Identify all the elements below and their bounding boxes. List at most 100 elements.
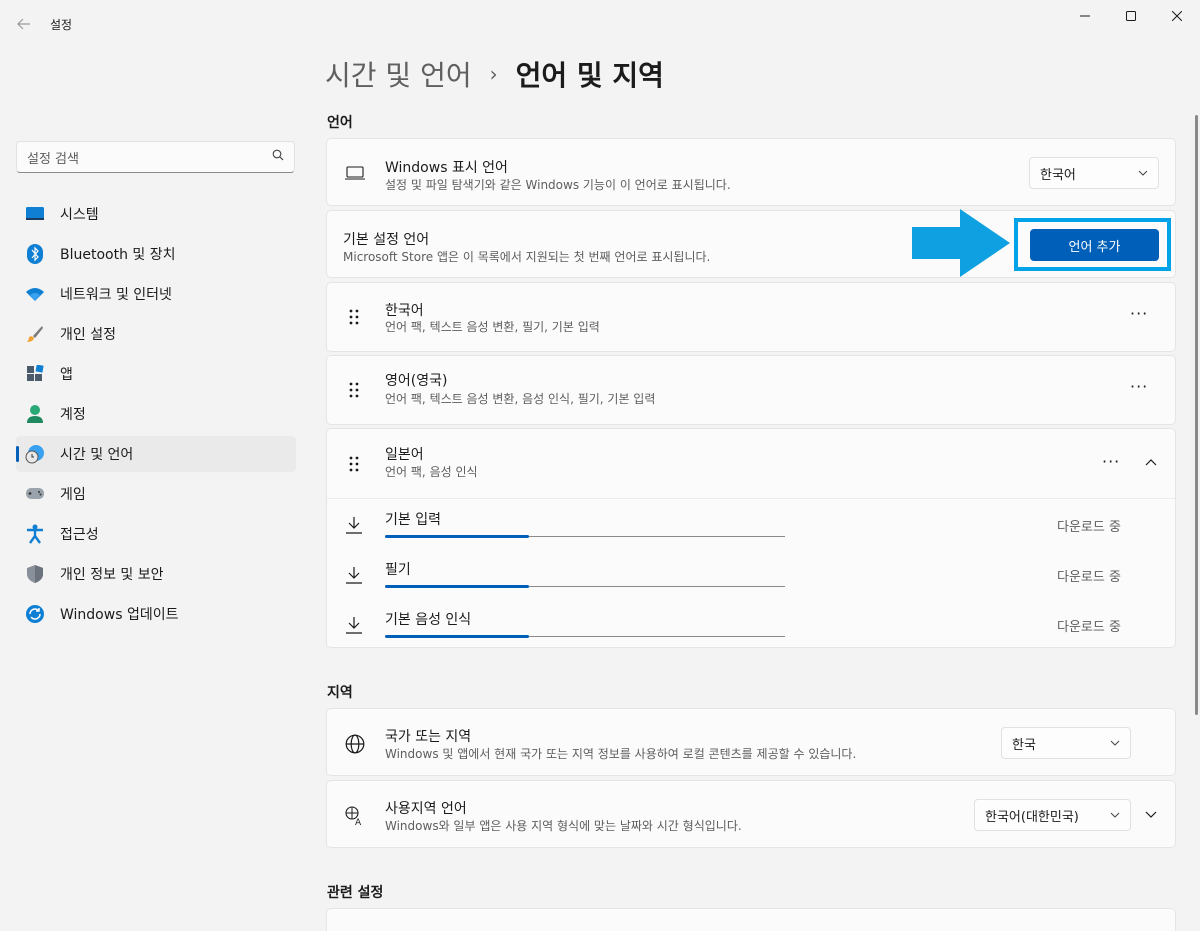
svg-text:A: A xyxy=(355,818,362,827)
chevron-down-icon xyxy=(1138,170,1148,176)
time-language-icon xyxy=(24,443,46,465)
download-progress-bar xyxy=(385,635,785,638)
language-format-icon: A xyxy=(345,806,362,827)
drag-handle-icon[interactable] xyxy=(348,456,360,472)
breadcrumb: 시간 및 언어 › 언어 및 지역 xyxy=(325,52,664,96)
back-arrow-icon[interactable] xyxy=(8,10,40,38)
language-features: 언어 팩, 음성 인식 xyxy=(385,465,478,479)
section-header-language: 언어 xyxy=(327,115,353,131)
download-status: 다운로드 중 xyxy=(1057,520,1121,535)
drag-handle-icon[interactable] xyxy=(348,309,360,325)
sidebar-item-label: 네트워크 및 인터넷 xyxy=(60,287,172,303)
progress-fill xyxy=(385,585,529,588)
language-item-english-uk[interactable]: 영어(영국) 언어 팩, 텍스트 음성 변환, 음성 인식, 필기, 기본 입력… xyxy=(326,355,1176,425)
minimize-button[interactable] xyxy=(1062,0,1108,32)
language-features: 언어 팩, 텍스트 음성 변환, 필기, 기본 입력 xyxy=(385,320,600,334)
chevron-down-icon xyxy=(1110,740,1120,746)
monitor-icon xyxy=(344,162,366,184)
display-language-dropdown[interactable]: 한국어 xyxy=(1029,157,1159,189)
shield-icon xyxy=(24,563,46,585)
maximize-button[interactable] xyxy=(1108,0,1154,32)
close-button[interactable] xyxy=(1154,0,1200,32)
sidebar-item-accessibility[interactable]: 접근성 xyxy=(16,516,296,552)
sidebar-item-label: 계정 xyxy=(60,407,86,423)
country-region-title: 국가 또는 지역 xyxy=(385,729,472,745)
search-placeholder: 설정 검색 xyxy=(27,151,79,167)
drag-handle-icon[interactable] xyxy=(348,382,360,398)
highlight-arrow-icon xyxy=(912,209,1010,277)
accessibility-icon xyxy=(24,523,46,545)
sidebar-item-label: 접근성 xyxy=(60,527,99,543)
divider xyxy=(327,498,1175,499)
sidebar-item-system[interactable]: 시스템 xyxy=(16,196,296,232)
sidebar-item-label: 게임 xyxy=(60,487,86,503)
regional-format-card[interactable]: A 사용지역 언어 Windows와 일부 앱은 사용 지역 형식에 맞는 날짜… xyxy=(326,780,1176,848)
download-progress-bar xyxy=(385,585,785,588)
section-header-region: 지역 xyxy=(327,685,353,701)
download-item-name: 필기 xyxy=(385,562,411,578)
dropdown-value: 한국어 xyxy=(1040,167,1076,183)
progress-fill xyxy=(385,535,529,538)
bluetooth-icon xyxy=(24,243,46,265)
country-region-subtitle: Windows 및 앱에서 현재 국가 또는 지역 정보를 사용하여 로컬 콘텐… xyxy=(385,747,857,761)
language-item-korean[interactable]: 한국어 언어 팩, 텍스트 음성 변환, 필기, 기본 입력 ··· xyxy=(326,282,1176,352)
regional-format-title: 사용지역 언어 xyxy=(385,801,467,817)
chevron-down-icon xyxy=(1110,812,1120,818)
brush-icon xyxy=(24,323,46,345)
search-icon[interactable] xyxy=(272,149,284,165)
search-input[interactable]: 설정 검색 xyxy=(16,141,295,173)
download-icon xyxy=(346,617,362,634)
more-options-icon[interactable]: ··· xyxy=(1102,452,1120,471)
related-settings-card[interactable] xyxy=(326,908,1176,931)
globe-icon xyxy=(345,734,365,754)
more-options-icon[interactable]: ··· xyxy=(1130,377,1148,396)
sidebar-item-label: Windows 업데이트 xyxy=(60,607,179,623)
download-icon xyxy=(346,567,362,584)
sidebar-item-privacy[interactable]: 개인 정보 및 보안 xyxy=(16,556,296,592)
country-region-dropdown[interactable]: 한국 xyxy=(1001,727,1131,759)
download-status: 다운로드 중 xyxy=(1057,620,1121,635)
country-region-card: 국가 또는 지역 Windows 및 앱에서 현재 국가 또는 지역 정보를 사… xyxy=(326,708,1176,776)
sidebar-item-label: 시스템 xyxy=(60,207,99,223)
sidebar-item-label: 개인 정보 및 보안 xyxy=(60,567,164,583)
language-name: 한국어 xyxy=(385,303,424,319)
gamepad-icon xyxy=(24,483,46,505)
progress-fill xyxy=(385,635,529,638)
breadcrumb-separator: › xyxy=(489,62,498,86)
regional-format-dropdown[interactable]: 한국어(대한민국) xyxy=(974,799,1131,831)
language-item-japanese[interactable]: 일본어 언어 팩, 음성 인식 ··· 기본 입력 다운로드 중 필기 다운로드… xyxy=(326,428,1176,648)
sidebar-item-time-language[interactable]: 시간 및 언어 xyxy=(16,436,296,472)
sidebar-item-bluetooth[interactable]: Bluetooth 및 장치 xyxy=(16,236,296,272)
download-status: 다운로드 중 xyxy=(1057,570,1121,585)
more-options-icon[interactable]: ··· xyxy=(1130,304,1148,323)
breadcrumb-parent[interactable]: 시간 및 언어 xyxy=(325,54,472,94)
expand-chevron-icon[interactable] xyxy=(1145,811,1157,819)
page-title: 언어 및 지역 xyxy=(515,59,664,92)
system-icon xyxy=(24,203,46,225)
display-language-title: Windows 표시 언어 xyxy=(385,160,508,176)
chevron-up-icon[interactable] xyxy=(1145,458,1157,466)
sidebar-item-network[interactable]: 네트워크 및 인터넷 xyxy=(16,276,296,312)
sidebar-item-personalization[interactable]: 개인 설정 xyxy=(16,316,296,352)
download-progress-bar xyxy=(385,535,785,538)
dropdown-value: 한국 xyxy=(1012,737,1036,753)
download-icon xyxy=(346,517,362,534)
app-title: 설정 xyxy=(50,18,73,32)
sidebar-item-accounts[interactable]: 계정 xyxy=(16,396,296,432)
account-icon xyxy=(24,403,46,425)
title-bar: 설정 xyxy=(0,0,1200,48)
sidebar-item-windows-update[interactable]: Windows 업데이트 xyxy=(16,596,296,632)
wifi-icon xyxy=(24,283,46,305)
apps-icon xyxy=(24,363,46,385)
sidebar-item-label: Bluetooth 및 장치 xyxy=(60,247,176,263)
sidebar-item-apps[interactable]: 앱 xyxy=(16,356,296,392)
preferred-languages-subtitle: Microsoft Store 앱은 이 목록에서 지원되는 첫 번째 언어로 … xyxy=(343,250,711,264)
download-item-name: 기본 입력 xyxy=(385,512,441,528)
scrollbar[interactable] xyxy=(1195,115,1198,715)
sidebar-item-label: 개인 설정 xyxy=(60,327,116,343)
regional-format-subtitle: Windows와 일부 앱은 사용 지역 형식에 맞는 날짜와 시간 형식입니다… xyxy=(385,819,742,833)
sidebar-item-gaming[interactable]: 게임 xyxy=(16,476,296,512)
language-features: 언어 팩, 텍스트 음성 변환, 음성 인식, 필기, 기본 입력 xyxy=(385,392,656,406)
display-language-subtitle: 설정 및 파일 탐색기와 같은 Windows 기능이 이 언어로 표시됩니다. xyxy=(385,178,731,192)
add-language-button[interactable]: 언어 추가 xyxy=(1030,229,1159,261)
